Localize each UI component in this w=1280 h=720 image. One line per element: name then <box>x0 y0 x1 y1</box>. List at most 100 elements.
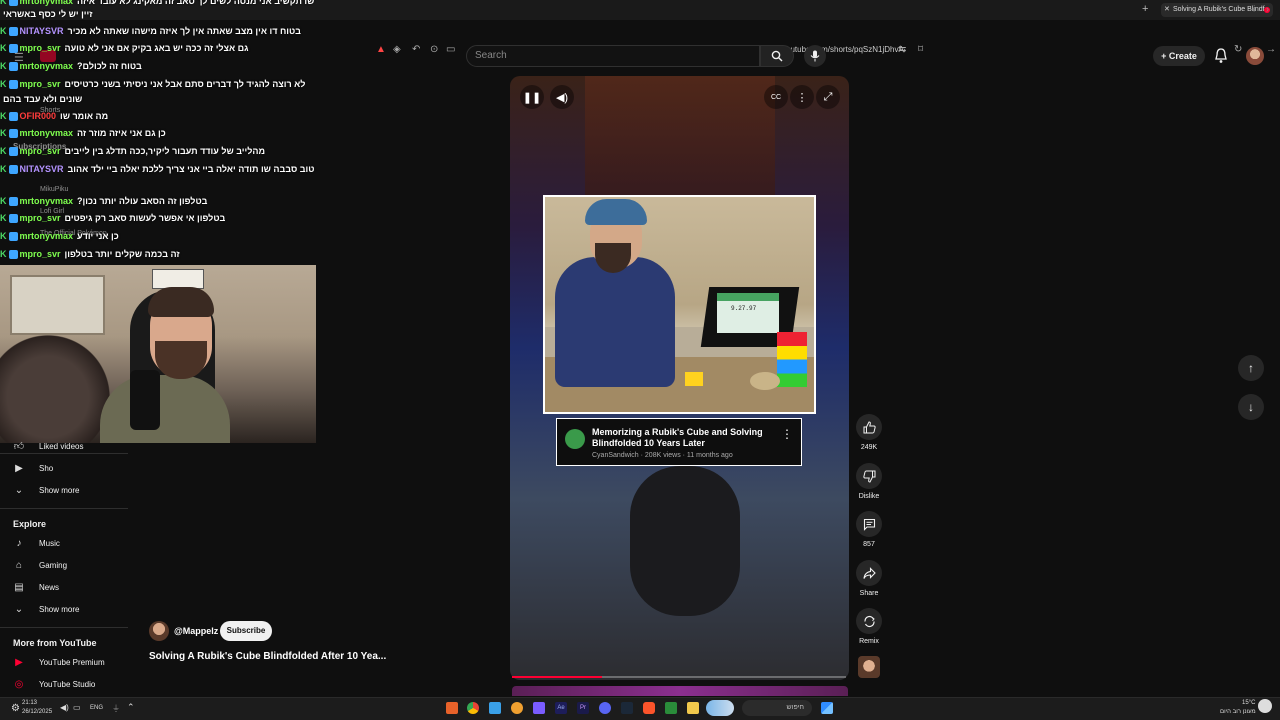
volume-tray-icon[interactable]: ◀) <box>60 703 69 712</box>
tab-close-icon[interactable]: ✕ <box>1164 3 1170 17</box>
extension-icon[interactable]: ▲ <box>376 44 386 55</box>
app-icon[interactable] <box>511 702 523 714</box>
sidebar-item[interactable]: ⌄ Show more <box>13 480 80 500</box>
chat-username: mpro_svr <box>19 43 61 53</box>
history-icon[interactable]: ⊙ <box>430 44 438 55</box>
channel-handle[interactable]: @Mappelz <box>174 626 218 636</box>
subscribe-button[interactable]: Subscribe <box>220 621 272 641</box>
bell-icon <box>1215 48 1227 63</box>
brave-shield-icon[interactable]: ◈ <box>393 44 401 55</box>
card-more-icon[interactable]: ⋮ <box>781 427 793 441</box>
usb-tray-icon[interactable]: ⏚ <box>112 703 120 714</box>
widgets-icon[interactable] <box>706 700 734 716</box>
video-title[interactable]: Solving A Rubik's Cube Blindfolded After… <box>149 651 386 662</box>
chat-text: בטלפון זה הסאב עולה יותר נכון? <box>77 196 208 206</box>
previous-short-button[interactable]: ↑ <box>1238 355 1264 381</box>
related-video-card[interactable]: Memorizing a Rubik's Cube and Solving Bl… <box>556 418 802 466</box>
settings-icon[interactable]: ⚙ <box>11 703 20 714</box>
more-options-button[interactable]: ⋮ <box>790 85 814 109</box>
sidebar-item[interactable]: ⌂ Gaming <box>13 555 67 575</box>
sidebar-item[interactable]: ▤ News <box>13 577 59 597</box>
chat-text: זה בכמה שקלים יותר בטלפון <box>64 249 180 259</box>
bookmark-icon[interactable]: ⌑ <box>918 44 923 55</box>
background-curtain <box>585 76 775 196</box>
sidebar-item[interactable]: ▶ Sho <box>13 458 53 478</box>
kick-badge-icon: K <box>0 128 7 138</box>
windows-start-icon[interactable] <box>821 702 833 714</box>
thumb-up-icon: 👍︎ <box>13 441 25 452</box>
next-short-button[interactable]: ↓ <box>1238 394 1264 420</box>
voice-search-button[interactable] <box>804 45 826 67</box>
tab-scroll-left-icon[interactable]: ‹ <box>1252 4 1255 14</box>
steam-icon[interactable] <box>621 702 633 714</box>
like-action[interactable]: 249K <box>855 414 883 451</box>
share-action[interactable]: Share <box>855 560 883 597</box>
sidebar-item[interactable]: 👍︎ Liked videos <box>13 436 84 456</box>
tab-scroll-right-icon[interactable]: › <box>1266 4 1269 14</box>
video-progress-bar[interactable] <box>512 676 846 678</box>
weather-text[interactable]: מעונן רוב היום <box>1220 709 1256 715</box>
clock-time[interactable]: 21:13 <box>22 700 37 706</box>
network-tray-icon[interactable]: ▭ <box>73 703 81 712</box>
sidebar-item[interactable]: ♪ Music <box>13 533 60 553</box>
channel-avatar[interactable] <box>149 621 169 641</box>
browser-tab[interactable]: ✕ Solving A Rubik's Cube Blindf <box>1161 3 1273 17</box>
discord-icon[interactable] <box>599 702 611 714</box>
next-short-preview[interactable] <box>512 686 848 696</box>
remix-label: Remix <box>859 638 879 645</box>
search-button[interactable] <box>760 45 794 67</box>
account-avatar[interactable] <box>1246 47 1264 65</box>
chat-text: גם אצלי זה ככה יש באג בקיק אם אני לא טוע… <box>64 43 249 53</box>
timer-readout: 9.27.97 <box>731 305 757 312</box>
sound-thumbnail[interactable] <box>858 656 880 678</box>
create-button[interactable]: + Create <box>1153 46 1205 66</box>
file-explorer-icon[interactable] <box>687 702 699 714</box>
plus-icon: + <box>1161 51 1169 61</box>
translate-icon[interactable]: ⇆ <box>898 44 906 55</box>
back-icon[interactable]: ↶ <box>412 44 420 55</box>
pause-button[interactable]: ❚❚ <box>520 85 544 109</box>
notifications-button[interactable] <box>1214 48 1230 64</box>
sidebar-item[interactable]: ▶ YouTube Premium <box>13 652 105 672</box>
url-text[interactable]: youtube.com/shorts/pqSzN1jDhvA <box>782 45 904 54</box>
taskbar-search[interactable]: חיפוש <box>742 700 812 716</box>
screen-icon[interactable]: ▭ <box>446 44 455 55</box>
app-icon[interactable] <box>489 702 501 714</box>
chat-username: NITAYSVR <box>19 26 64 36</box>
kick-badge-icon: K <box>0 196 7 206</box>
brave-icon[interactable] <box>643 702 655 714</box>
chrome-icon[interactable] <box>467 702 479 714</box>
remix-action[interactable]: Remix <box>855 608 883 645</box>
chat-message: Kmpro_svr גם אצלי זה ככה יש באג בקיק אם א… <box>0 43 320 59</box>
language-indicator[interactable]: ENG <box>90 705 103 711</box>
chat-text: מהלייב של עודד תעבור ליקיר,ככה תדלג בין … <box>64 146 265 156</box>
sub-badge-icon <box>8 62 18 72</box>
sidebar-item[interactable]: ◎ YouTube Studio <box>13 674 96 694</box>
captions-button[interactable]: CC <box>764 85 788 109</box>
clock-date[interactable]: 26/12/2025 <box>22 709 52 715</box>
sub-badge-icon <box>8 214 18 224</box>
weather-icon[interactable] <box>1258 699 1272 713</box>
fullscreen-button[interactable]: ⤢ <box>816 85 840 109</box>
weather-temp[interactable]: 15°C <box>1242 700 1255 706</box>
dislike-action[interactable]: Dislike <box>855 463 883 500</box>
kick-badge-icon: K <box>0 231 7 241</box>
volume-button[interactable]: ◀) <box>550 85 574 109</box>
premiere-pro-icon[interactable]: Pr <box>577 702 589 714</box>
screen-header <box>717 293 779 301</box>
sidebar-item[interactable]: ⌄ Show more <box>13 599 80 619</box>
app-icon[interactable] <box>665 702 677 714</box>
app-icon[interactable] <box>533 702 545 714</box>
new-tab-icon[interactable]: + <box>1142 3 1148 15</box>
comments-action[interactable]: 857 <box>855 511 883 548</box>
after-effects-icon[interactable]: Ae <box>555 702 567 714</box>
search-input[interactable]: Search <box>466 45 760 67</box>
reload-icon[interactable]: ↻ <box>1234 44 1242 55</box>
explore-heading: Explore <box>13 519 47 529</box>
chat-message: Kmrtonyvmax בטלפון זה הסאב עולה יותר נכון… <box>0 196 320 212</box>
forward-arrow-icon[interactable]: → <box>1266 44 1276 55</box>
app-icon[interactable] <box>446 702 458 714</box>
person-shirt <box>555 257 675 387</box>
like-count: 249K <box>860 444 878 451</box>
tray-overflow-icon[interactable]: ⌃ <box>127 702 135 713</box>
